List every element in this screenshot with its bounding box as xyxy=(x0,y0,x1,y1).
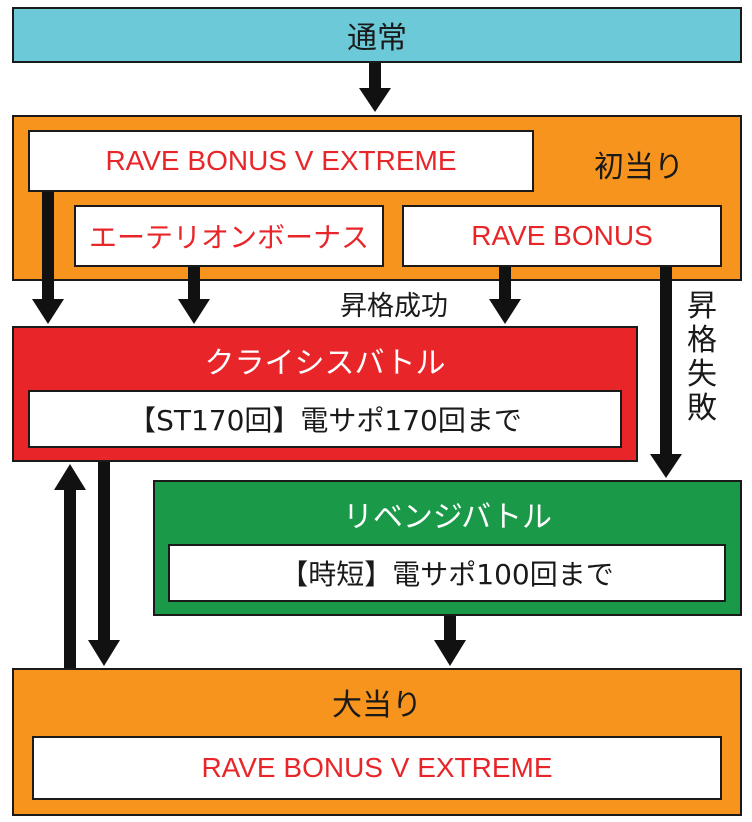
flow-arrows xyxy=(32,63,682,668)
arrow-rave-to-revenge xyxy=(650,267,682,478)
arrow-revenge-to-big-hit xyxy=(434,616,466,666)
arrow-rave-to-crisis xyxy=(489,267,521,324)
arrow-extreme-to-crisis xyxy=(32,192,64,324)
arrow-crisis-to-big-hit xyxy=(88,462,120,666)
arrow-normal-to-first-hit xyxy=(359,63,391,112)
arrow-big-hit-to-crisis xyxy=(54,464,86,668)
arrow-aetherion-to-crisis xyxy=(178,267,210,324)
